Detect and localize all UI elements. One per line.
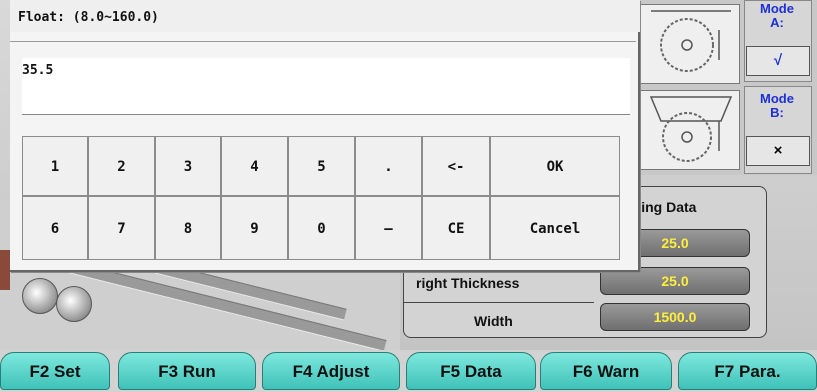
ok-button[interactable]: OK	[490, 136, 620, 196]
blade-a-diagram	[640, 4, 740, 84]
key-2[interactable]: 2	[88, 136, 155, 196]
f4-adjust-button[interactable]: F4 Adjust	[262, 352, 400, 390]
f7-para-button[interactable]: F7 Para.	[678, 352, 817, 390]
key-backspace[interactable]: <-	[422, 136, 490, 196]
blade-b-diagram	[640, 90, 740, 170]
key-6[interactable]: 6	[22, 196, 88, 260]
key-minus[interactable]: –	[355, 196, 422, 260]
key-8[interactable]: 8	[155, 196, 221, 260]
width-label: Width	[474, 313, 513, 329]
cancel-button[interactable]: Cancel	[490, 196, 620, 260]
width-value[interactable]: 1500.0	[600, 303, 750, 331]
key-7[interactable]: 7	[88, 196, 155, 260]
key-5[interactable]: 5	[288, 136, 355, 196]
thickness-label: right Thickness	[416, 275, 520, 291]
key-9[interactable]: 9	[221, 196, 288, 260]
value-input[interactable]: 35.5	[22, 58, 630, 114]
f3-run-button[interactable]: F3 Run	[118, 352, 256, 390]
dialog-title-bar: Float: (8.0~160.0)	[10, 0, 640, 32]
key-0[interactable]: 0	[288, 196, 355, 260]
mode-a-label: Mode A:	[760, 1, 794, 30]
dialog-title: Float: (8.0~160.0)	[18, 10, 159, 25]
f2-set-button[interactable]: F2 Set	[0, 352, 110, 390]
value-text: 35.5	[22, 63, 54, 78]
mode-b-toggle[interactable]: ×	[746, 136, 810, 166]
f6-warn-button[interactable]: F6 Warn	[540, 352, 672, 390]
numeric-keypad-dialog: Float: (8.0~160.0) 35.5 1 2 3 4 5 . <- O…	[10, 0, 640, 272]
key-decimal[interactable]: .	[355, 136, 422, 196]
f5-data-button[interactable]: F5 Data	[406, 352, 536, 390]
mode-b-label: Mode B:	[760, 91, 794, 120]
key-1[interactable]: 1	[22, 136, 88, 196]
function-key-bar: F2 Set F3 Run F4 Adjust F5 Data F6 Warn …	[0, 350, 817, 392]
blade-mode-panel: Mode A: √ Mode B: ×	[640, 0, 817, 175]
mode-a-toggle[interactable]: √	[746, 46, 810, 76]
key-clear-entry[interactable]: CE	[422, 196, 490, 260]
key-4[interactable]: 4	[221, 136, 288, 196]
key-3[interactable]: 3	[155, 136, 221, 196]
